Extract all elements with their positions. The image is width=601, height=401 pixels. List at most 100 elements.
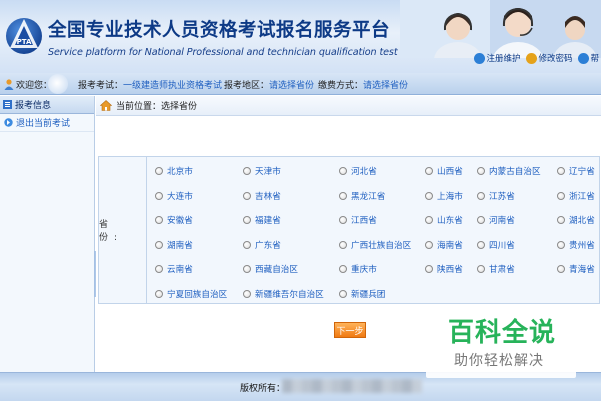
province-option[interactable]: 安徽省 (155, 214, 193, 226)
register-icon (474, 52, 486, 64)
province-option[interactable]: 西藏自治区 (243, 263, 298, 275)
radio-button[interactable] (477, 240, 485, 249)
watermark: 百科全说 助你轻松解决 (426, 304, 576, 378)
radio-button[interactable] (243, 289, 251, 298)
radio-button[interactable] (425, 216, 433, 224)
radio-button[interactable] (243, 191, 251, 200)
help-label: 帮 (590, 54, 599, 64)
province-option[interactable]: 甘肃省 (477, 263, 515, 275)
menu-icon (3, 100, 12, 109)
lock-icon (526, 52, 538, 64)
copyright-redacted (282, 379, 422, 393)
sidebar: 报考信息 退出当前考试 (0, 96, 95, 372)
radio-button[interactable] (243, 216, 251, 224)
sidebar-item-exit-exam[interactable]: 退出当前考试 (0, 114, 94, 132)
province-name: 宁夏回族自治区 (167, 289, 228, 300)
header-banner: PTA 全国专业技术人员资格考试报名服务平台 Service platform … (0, 0, 601, 73)
province-option[interactable]: 吉林省 (243, 190, 281, 202)
radio-button[interactable] (243, 167, 251, 175)
province-row: 大连市 吉林省 黑龙江省 上海市 江苏省 浙江省 (151, 186, 601, 211)
province-option[interactable]: 云南省 (155, 263, 193, 275)
radio-button[interactable] (477, 191, 485, 200)
radio-button[interactable] (339, 191, 347, 200)
radio-button[interactable] (339, 289, 347, 298)
radio-button[interactable] (425, 240, 433, 249)
radio-button[interactable] (155, 289, 163, 298)
username-redacted (48, 74, 68, 94)
radio-button[interactable] (155, 167, 163, 175)
radio-button[interactable] (339, 240, 347, 249)
radio-button[interactable] (425, 191, 433, 200)
copyright-label: 版权所有： (240, 384, 286, 394)
province-row: 安徽省 福建省 江西省 山东省 河南省 湖北省 (151, 210, 601, 235)
help-link[interactable]: 帮 (578, 52, 599, 64)
radio-button[interactable] (557, 240, 565, 249)
province-option[interactable]: 上海市 (425, 190, 463, 202)
province-option[interactable]: 天津市 (243, 165, 281, 177)
current-location: 当前位置：选择省份 (116, 102, 198, 112)
payment-value[interactable]: 请选择省份 (363, 81, 408, 91)
province-option[interactable]: 辽宁省 (557, 165, 595, 177)
province-option[interactable]: 江西省 (339, 214, 377, 226)
province-name: 河南省 (489, 216, 515, 226)
province-option[interactable]: 贵州省 (557, 239, 595, 251)
radio-button[interactable] (243, 240, 251, 249)
radio-button[interactable] (557, 191, 565, 200)
radio-button[interactable] (243, 265, 251, 273)
province-option[interactable]: 广东省 (243, 239, 281, 251)
province-option[interactable]: 山西省 (425, 165, 463, 177)
radio-button[interactable] (155, 240, 163, 249)
province-option[interactable]: 新疆维吾尔自治区 (243, 288, 324, 300)
province-name: 大连市 (167, 191, 193, 202)
province-grid: 北京市 天津市 河北省 山西省 内蒙古自治区 辽宁省 大连市 吉林省 黑龙江省 … (151, 161, 601, 308)
radio-button[interactable] (557, 167, 565, 175)
province-option[interactable]: 山东省 (425, 214, 463, 226)
radio-button[interactable] (477, 265, 485, 273)
radio-button[interactable] (155, 216, 163, 224)
province-option[interactable]: 广西壮族自治区 (339, 239, 411, 251)
header-links: 注册维护 修改密码 帮 (474, 52, 599, 64)
province-option[interactable]: 湖南省 (155, 239, 193, 251)
province-option[interactable]: 海南省 (425, 239, 463, 251)
province-option[interactable]: 新疆兵团 (339, 288, 385, 300)
exam-value[interactable]: 一级建造师执业资格考试 (123, 81, 222, 91)
province-name: 江西省 (351, 216, 377, 226)
radio-button[interactable] (339, 216, 347, 224)
radio-button[interactable] (155, 191, 163, 200)
change-password-link[interactable]: 修改密码 (526, 52, 572, 64)
province-option[interactable]: 浙江省 (557, 190, 595, 202)
province-option[interactable]: 重庆市 (339, 263, 377, 275)
province-name: 甘肃省 (489, 265, 515, 275)
watermark-subtitle: 助你轻松解决 (454, 353, 544, 369)
province-option[interactable]: 陕西省 (425, 263, 463, 275)
province-option[interactable]: 黑龙江省 (339, 190, 385, 202)
radio-button[interactable] (557, 265, 565, 273)
province-name: 山东省 (437, 216, 463, 226)
province-option[interactable]: 四川省 (477, 239, 515, 251)
province-option[interactable]: 河北省 (339, 165, 377, 177)
province-option[interactable]: 青海省 (557, 263, 595, 275)
province-option[interactable]: 宁夏回族自治区 (155, 288, 227, 300)
province-name: 河北省 (351, 167, 377, 177)
province-option[interactable]: 大连市 (155, 190, 193, 202)
radio-button[interactable] (425, 265, 433, 273)
province-option[interactable]: 河南省 (477, 214, 515, 226)
register-maintain-link[interactable]: 注册维护 (474, 52, 520, 64)
province-name: 江苏省 (489, 191, 515, 202)
radio-button[interactable] (557, 216, 565, 224)
radio-button[interactable] (425, 167, 433, 175)
region-value[interactable]: 请选择省份 (269, 81, 314, 91)
province-option[interactable]: 北京市 (155, 165, 193, 177)
radio-button[interactable] (477, 216, 485, 224)
next-step-button[interactable]: 下一步 (334, 322, 366, 338)
province-option[interactable]: 内蒙古自治区 (477, 165, 541, 177)
radio-button[interactable] (339, 265, 347, 273)
province-option[interactable]: 福建省 (243, 214, 281, 226)
region-field: 报考地区：请选择省份 (224, 78, 314, 91)
radio-button[interactable] (155, 265, 163, 273)
province-name: 四川省 (489, 240, 515, 251)
province-option[interactable]: 江苏省 (477, 190, 515, 202)
radio-button[interactable] (477, 167, 485, 175)
radio-button[interactable] (339, 167, 347, 175)
province-option[interactable]: 湖北省 (557, 214, 595, 226)
